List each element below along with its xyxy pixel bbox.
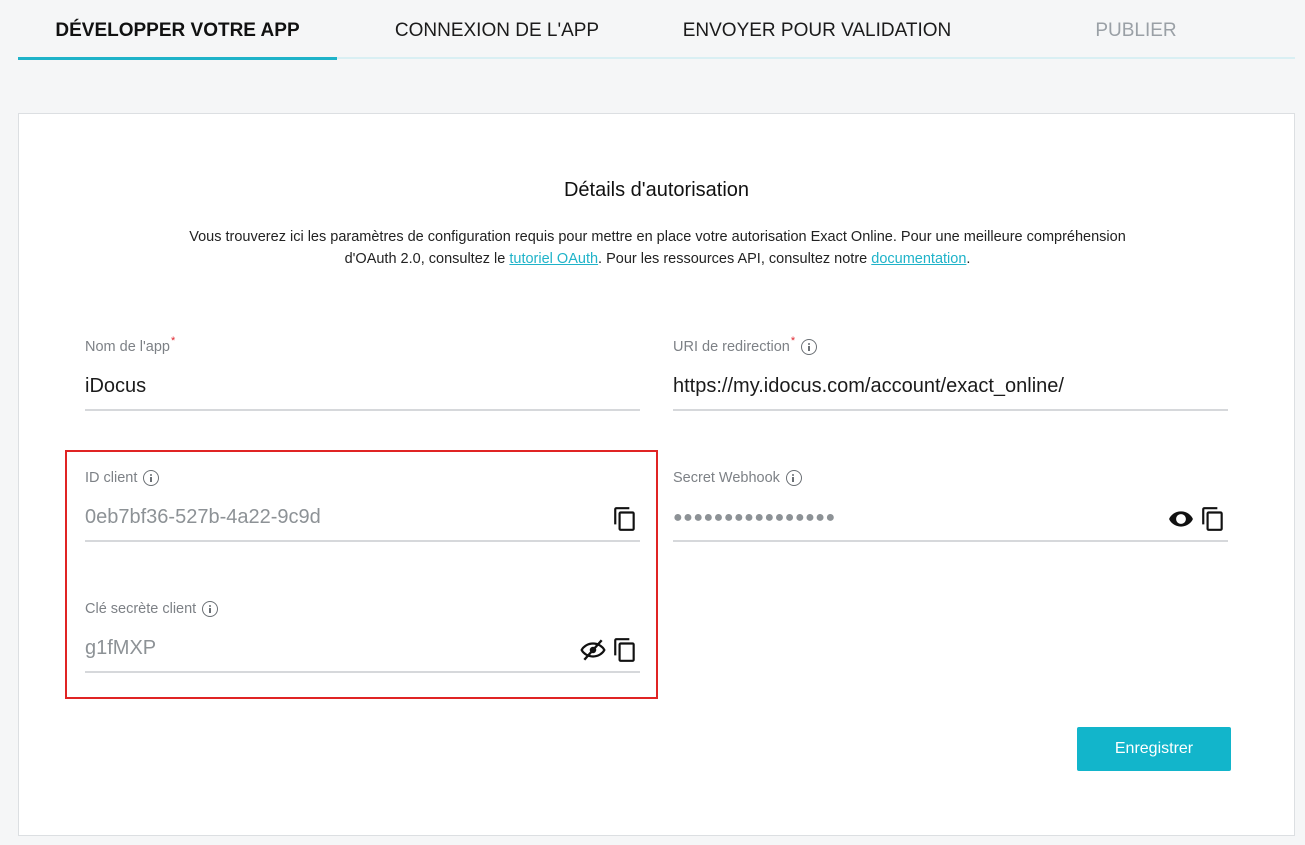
redirect-uri-input[interactable]: https://my.idocus.com/account/exact_onli… xyxy=(673,367,1228,411)
tab-publish: PUBLIER xyxy=(1095,20,1177,41)
required-mark: * xyxy=(790,335,796,347)
tab-develop-app[interactable]: DÉVELOPPER VOTRE APP xyxy=(18,0,337,60)
redirect-uri-value: https://my.idocus.com/account/exact_onli… xyxy=(673,375,1064,397)
copy-icon[interactable] xyxy=(1200,506,1226,532)
highlight-box xyxy=(65,450,658,699)
oauth-tutorial-link[interactable]: tutoriel OAuth xyxy=(509,251,598,267)
webhook-secret-label-row: Secret Webhook xyxy=(673,468,1228,488)
info-icon[interactable] xyxy=(785,470,802,486)
wizard-tabs: DÉVELOPPER VOTRE APP CONNEXION DE L'APP … xyxy=(18,0,1295,60)
documentation-link[interactable]: documentation xyxy=(871,251,966,267)
app-name-input[interactable]: iDocus xyxy=(85,367,640,411)
info-icon[interactable] xyxy=(801,339,818,355)
app-name-field: Nom de l'app * iDocus xyxy=(85,335,640,411)
webhook-secret-value: ●●●●●●●●●●●●●●●● xyxy=(673,509,836,526)
redirect-uri-label: URI de redirection xyxy=(673,339,790,355)
app-name-label-row: Nom de l'app * xyxy=(85,335,640,357)
required-mark: * xyxy=(170,335,176,347)
webhook-secret-field: Secret Webhook ●●●●●●●●●●●●●●●● xyxy=(673,468,1228,542)
webhook-secret-label: Secret Webhook xyxy=(673,470,780,486)
description-text-3: . xyxy=(966,251,971,267)
app-name-label: Nom de l'app xyxy=(85,339,170,355)
save-button[interactable]: Enregistrer xyxy=(1077,727,1231,771)
app-name-value: iDocus xyxy=(85,375,147,397)
eye-icon[interactable] xyxy=(1168,506,1194,532)
redirect-uri-label-row: URI de redirection * xyxy=(673,335,1228,357)
tab-app-connection[interactable]: CONNEXION DE L'APP xyxy=(337,0,657,59)
webhook-secret-input[interactable]: ●●●●●●●●●●●●●●●● xyxy=(673,498,1228,542)
card-title: Détails d'autorisation xyxy=(563,179,750,201)
webhook-secret-actions xyxy=(1168,506,1226,532)
redirect-uri-field: URI de redirection * https://my.idocus.co… xyxy=(673,335,1228,411)
card-description: Vous trouverez ici les paramètres de con… xyxy=(169,226,1146,270)
description-text-2: . Pour les ressources API, consultez not… xyxy=(598,251,872,267)
tab-submit-validation[interactable]: ENVOYER POUR VALIDATION xyxy=(657,0,977,59)
